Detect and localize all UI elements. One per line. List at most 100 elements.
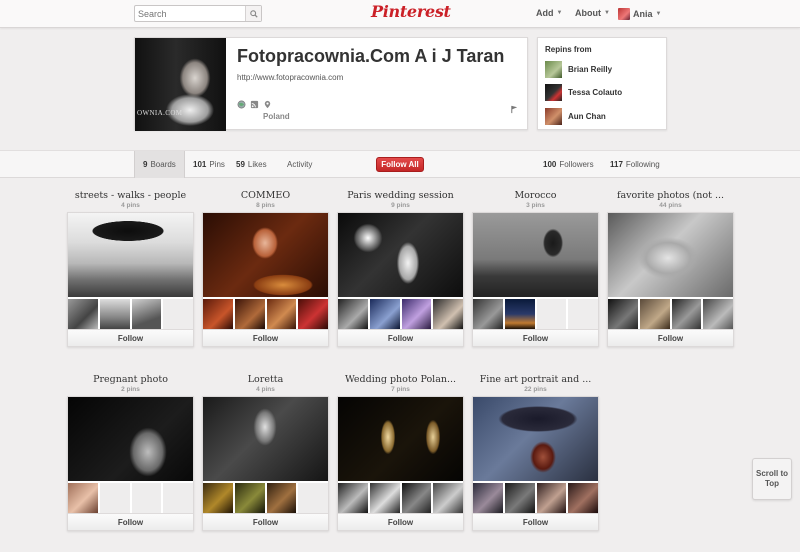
board-thumbnail[interactable] bbox=[504, 299, 535, 329]
board-thumbnail[interactable] bbox=[266, 299, 297, 329]
user-menu[interactable]: Ania ▼ bbox=[618, 8, 661, 20]
board-cover-image[interactable] bbox=[203, 397, 328, 481]
board-thumbnail-empty bbox=[131, 483, 162, 513]
board-card[interactable]: Fine art portrait and ... 22 pins Follow bbox=[472, 373, 599, 531]
flag-icon[interactable] bbox=[510, 101, 519, 119]
board-thumbnail[interactable] bbox=[433, 299, 463, 329]
board-thumbnail[interactable] bbox=[536, 483, 567, 513]
board-follow-button[interactable]: Follow bbox=[338, 513, 463, 530]
board-cover-image[interactable] bbox=[473, 213, 598, 297]
board-title[interactable]: Paris wedding session bbox=[337, 189, 464, 202]
board-title[interactable]: Fine art portrait and ... bbox=[472, 373, 599, 386]
scroll-to-top-button[interactable]: Scroll to Top bbox=[752, 458, 792, 500]
board-thumbnail[interactable] bbox=[338, 483, 368, 513]
board-frame: Follow bbox=[67, 212, 194, 347]
board-thumbnail[interactable] bbox=[703, 299, 733, 329]
social-icons bbox=[237, 100, 272, 109]
board-title[interactable]: favorite photos (not ... bbox=[607, 189, 734, 202]
globe-icon[interactable] bbox=[237, 100, 246, 109]
board-thumbnail[interactable] bbox=[234, 299, 265, 329]
board-card[interactable]: Wedding photo Polan... 7 pins Follow bbox=[337, 373, 464, 531]
about-menu[interactable]: About ▼ bbox=[575, 8, 610, 18]
board-thumbnails bbox=[473, 481, 598, 513]
board-thumbnail[interactable] bbox=[433, 483, 463, 513]
board-cover-image[interactable] bbox=[608, 213, 733, 297]
board-thumbnail[interactable] bbox=[401, 483, 432, 513]
board-follow-button[interactable]: Follow bbox=[68, 329, 193, 346]
tab-activity[interactable]: Activity bbox=[279, 151, 320, 178]
board-thumbnail[interactable] bbox=[131, 299, 162, 329]
followers-count: 100 bbox=[543, 160, 557, 169]
board-title[interactable]: Wedding photo Polan... bbox=[337, 373, 464, 386]
board-card[interactable]: Loretta 4 pins Follow bbox=[202, 373, 329, 531]
add-menu[interactable]: Add ▼ bbox=[536, 8, 562, 18]
search-box bbox=[134, 5, 262, 22]
add-menu-label: Add bbox=[536, 8, 554, 18]
board-follow-button[interactable]: Follow bbox=[473, 329, 598, 346]
board-thumbnail-empty bbox=[163, 299, 193, 329]
board-thumbnails bbox=[338, 297, 463, 329]
board-cover-image[interactable] bbox=[473, 397, 598, 481]
board-thumbnail[interactable] bbox=[608, 299, 638, 329]
tab-boards[interactable]: 9 Boards bbox=[134, 151, 185, 178]
board-card[interactable]: COMMEO 8 pins Follow bbox=[202, 189, 329, 347]
board-card[interactable]: Morocco 3 pins Follow bbox=[472, 189, 599, 347]
board-card[interactable]: Pregnant photo 2 pins Follow bbox=[67, 373, 194, 531]
board-follow-button[interactable]: Follow bbox=[203, 329, 328, 346]
board-thumbnail[interactable] bbox=[99, 299, 130, 329]
board-follow-button[interactable]: Follow bbox=[338, 329, 463, 346]
board-frame: Follow bbox=[202, 396, 329, 531]
board-thumbnail-empty bbox=[163, 483, 193, 513]
repin-user[interactable]: Brian Reilly bbox=[545, 61, 612, 78]
board-thumbnail[interactable] bbox=[671, 299, 702, 329]
followers-link[interactable]: 100 Followers bbox=[535, 151, 602, 178]
board-thumbnail[interactable] bbox=[68, 299, 98, 329]
pinterest-logo[interactable]: Pinterest bbox=[371, 2, 451, 21]
board-title[interactable]: Pregnant photo bbox=[67, 373, 194, 386]
board-thumbnail[interactable] bbox=[203, 483, 233, 513]
board-thumbnail[interactable] bbox=[298, 299, 328, 329]
board-cover-image[interactable] bbox=[68, 213, 193, 297]
board-follow-button[interactable]: Follow bbox=[473, 513, 598, 530]
tab-pins[interactable]: 101 Pins bbox=[185, 151, 233, 178]
board-cover-image[interactable] bbox=[338, 397, 463, 481]
board-card[interactable]: streets - walks - people 4 pins Follow bbox=[67, 189, 194, 347]
search-input[interactable] bbox=[135, 6, 245, 21]
board-thumbnail[interactable] bbox=[473, 299, 503, 329]
board-cover-image[interactable] bbox=[203, 213, 328, 297]
board-thumbnail[interactable] bbox=[203, 299, 233, 329]
follow-all-button[interactable]: Follow All bbox=[376, 157, 424, 172]
board-thumbnail[interactable] bbox=[504, 483, 535, 513]
profile-url[interactable]: http://www.fotopracownia.com bbox=[237, 73, 343, 82]
board-card[interactable]: favorite photos (not ... 44 pins Follow bbox=[607, 189, 734, 347]
board-card[interactable]: Paris wedding session 9 pins Follow bbox=[337, 189, 464, 347]
board-cover-image[interactable] bbox=[68, 397, 193, 481]
following-link[interactable]: 117 Following bbox=[602, 151, 668, 178]
board-thumbnail[interactable] bbox=[369, 483, 400, 513]
board-title[interactable]: Morocco bbox=[472, 189, 599, 202]
repin-user[interactable]: Aun Chan bbox=[545, 108, 606, 125]
board-thumbnail[interactable] bbox=[568, 483, 598, 513]
repin-user[interactable]: Tessa Colauto bbox=[545, 84, 622, 101]
search-button[interactable] bbox=[245, 6, 261, 21]
location-pin-icon bbox=[263, 100, 272, 109]
board-title[interactable]: COMMEO bbox=[202, 189, 329, 202]
board-thumbnail[interactable] bbox=[473, 483, 503, 513]
board-title[interactable]: streets - walks - people bbox=[67, 189, 194, 202]
board-thumbnails bbox=[68, 297, 193, 329]
board-thumbnail[interactable] bbox=[234, 483, 265, 513]
rss-icon[interactable] bbox=[250, 100, 259, 109]
board-title[interactable]: Loretta bbox=[202, 373, 329, 386]
board-thumbnail[interactable] bbox=[68, 483, 98, 513]
board-follow-button[interactable]: Follow bbox=[203, 513, 328, 530]
board-follow-button[interactable]: Follow bbox=[608, 329, 733, 346]
board-thumbnail[interactable] bbox=[369, 299, 400, 329]
board-follow-button[interactable]: Follow bbox=[68, 513, 193, 530]
board-thumbnail[interactable] bbox=[401, 299, 432, 329]
board-cover-image[interactable] bbox=[338, 213, 463, 297]
board-thumbnail[interactable] bbox=[338, 299, 368, 329]
board-thumbnail[interactable] bbox=[266, 483, 297, 513]
board-thumbnail[interactable] bbox=[639, 299, 670, 329]
board-frame: Follow bbox=[67, 396, 194, 531]
tab-likes[interactable]: 59 Likes bbox=[228, 151, 275, 178]
